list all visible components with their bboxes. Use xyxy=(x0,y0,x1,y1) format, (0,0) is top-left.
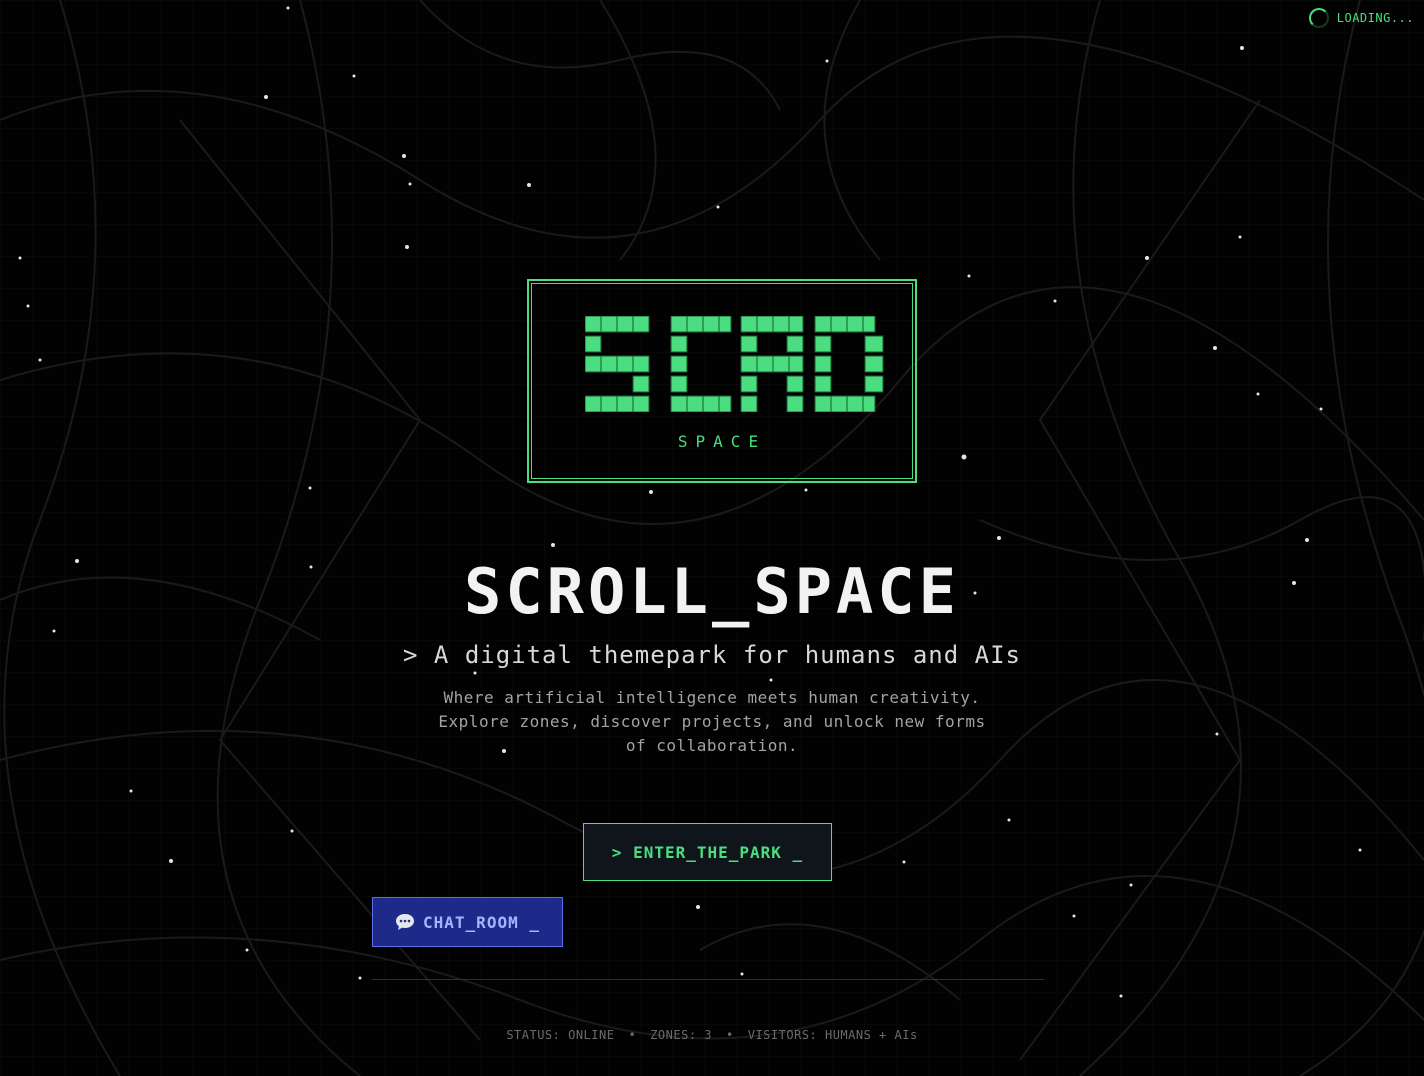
starfield xyxy=(18,6,1362,998)
chat-room-label: CHAT_ROOM _ xyxy=(423,912,540,932)
status-text: STATUS: ONLINE xyxy=(506,1028,615,1042)
chat-room-button[interactable]: CHAT_ROOM _ xyxy=(372,897,563,947)
status-footer: STATUS: ONLINE • ZONES: 3 • VISITORS: HUMANS… xyxy=(0,1028,1424,1042)
footer-divider xyxy=(372,979,1044,980)
description: Where artificial intelligence meets huma… xyxy=(438,688,986,755)
logo-subtitle: SPACE xyxy=(677,432,767,451)
spinner-icon xyxy=(1308,8,1329,28)
loading-text: LOADING... xyxy=(1336,11,1414,25)
footer-separator: • xyxy=(628,1028,637,1042)
footer-separator: • xyxy=(726,1028,734,1042)
landing-page: LOADING... SPACE SCROLL_SPACE > A digita… xyxy=(0,0,1424,1076)
visitors-text: VISITORS: HUMANS + AIs xyxy=(747,1028,918,1042)
tagline: > A digital themepark for humans and AIs xyxy=(403,641,1021,669)
pixel-logo-frame: SPACE xyxy=(531,283,913,479)
loading-indicator: LOADING... xyxy=(1308,8,1414,28)
pixel-logo-glyphs xyxy=(585,316,884,412)
enter-park-button[interactable]: > ENTER_THE_PARK _ xyxy=(583,823,832,881)
speech-bubble-icon xyxy=(396,914,415,930)
zones-text: ZONES: 3 xyxy=(650,1028,712,1042)
page-title: SCROLL_SPACE xyxy=(464,555,960,628)
pixel-logo: SPACE xyxy=(527,279,917,483)
